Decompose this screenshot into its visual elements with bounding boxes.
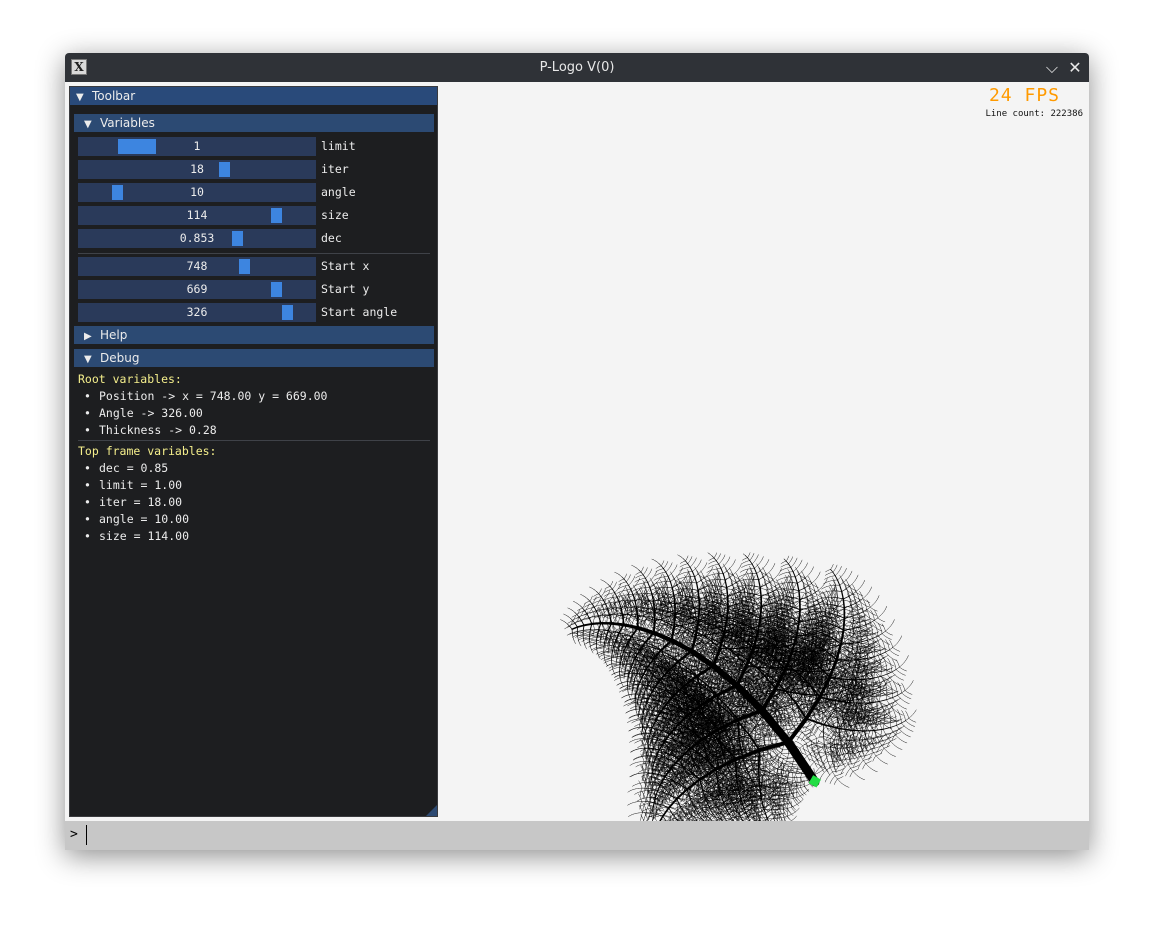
slider-label: limit <box>321 139 356 153</box>
slider-label: Start y <box>321 282 370 296</box>
slider-value: 748 <box>186 259 208 273</box>
console-prompt: > <box>70 827 78 842</box>
debug-item-text: Angle -> 326.00 <box>99 406 203 420</box>
collapse-arrow-icon: ▼ <box>84 119 92 130</box>
app-window: X P-Logo V(0) ⌵ ✕ 24 FPS Line count: 222… <box>65 53 1089 850</box>
debug-item: • angle = 10.00 <box>84 512 189 526</box>
slider-label: size <box>321 208 349 222</box>
debug-header[interactable]: ▼ Debug <box>74 349 434 367</box>
debug-item-text: Thickness -> 0.28 <box>99 423 217 437</box>
slider-dec[interactable]: 0.853 <box>78 229 316 248</box>
debug-header-label: Debug <box>100 351 140 365</box>
debug-item: • Angle -> 326.00 <box>84 406 203 420</box>
fern-strokes <box>560 552 917 821</box>
slider-angle[interactable]: 10 <box>78 183 316 202</box>
slider-value: 114 <box>186 208 208 222</box>
client-area: 24 FPS Line count: 222386 ▼ Toolbar ▼ Vari… <box>65 82 1089 850</box>
fps-counter: 24 FPS <box>988 85 1060 106</box>
help-header[interactable]: ▶ Help <box>74 326 434 344</box>
drawing-canvas[interactable]: 24 FPS Line count: 222386 <box>438 82 1089 821</box>
debug-item-text: iter = 18.00 <box>99 495 183 509</box>
slider-value: 326 <box>186 305 208 319</box>
title-bar[interactable]: X P-Logo V(0) ⌵ ✕ <box>65 53 1089 82</box>
toolbar-panel: ▼ Toolbar ▼ Variables 1 limit 18 iter 10 angle 1… <box>69 86 438 817</box>
toolbar-title[interactable]: ▼ Toolbar <box>70 87 437 105</box>
debug-item: • limit = 1.00 <box>84 478 182 492</box>
slider-label: dec <box>321 231 342 245</box>
fern-drawing <box>560 552 917 821</box>
collapse-arrow-icon: ▼ <box>84 354 92 365</box>
window-title: P-Logo V(0) <box>539 60 615 75</box>
bullet-icon: • <box>84 478 91 492</box>
slider-value: 1 <box>193 139 201 153</box>
variables-header-label: Variables <box>100 116 155 130</box>
slider-value: 18 <box>190 162 204 176</box>
debug-item: • size = 114.00 <box>84 529 189 543</box>
slider-label: Start angle <box>321 305 398 319</box>
debug-item-text: size = 114.00 <box>99 529 190 543</box>
bullet-icon: • <box>84 512 91 526</box>
root-variables-heading: Root variables: <box>78 372 182 386</box>
debug-item-text: angle = 10.00 <box>99 512 190 526</box>
slider-iter[interactable]: 18 <box>78 160 316 179</box>
debug-item: • Position -> x = 748.00 y = 669.00 <box>84 389 327 403</box>
slider-value: 10 <box>190 185 204 199</box>
command-console[interactable]: > <box>65 821 1089 850</box>
resize-grip[interactable] <box>426 805 437 816</box>
slider-start-x[interactable]: 748 <box>78 257 316 276</box>
variables-header[interactable]: ▼ Variables <box>74 114 434 132</box>
bullet-icon: • <box>84 461 91 475</box>
slider-size[interactable]: 114 <box>78 206 316 225</box>
bullet-icon: • <box>84 495 91 509</box>
line-count: Line count: 222386 <box>985 109 1083 119</box>
expand-arrow-icon: ▶ <box>84 331 92 342</box>
separator <box>78 253 430 254</box>
bullet-icon: • <box>84 529 91 543</box>
debug-item-text: Position -> x = 748.00 y = 669.00 <box>99 389 328 403</box>
slider-limit[interactable]: 1 <box>78 137 316 156</box>
debug-item: • iter = 18.00 <box>84 495 182 509</box>
help-header-label: Help <box>100 328 128 342</box>
slider-value: 0.853 <box>179 231 215 245</box>
separator <box>78 440 430 441</box>
slider-label: angle <box>321 185 356 199</box>
fern-branch-group <box>590 622 602 625</box>
toolbar-title-label: Toolbar <box>92 89 136 103</box>
slider-label: Start x <box>321 259 370 273</box>
bullet-icon: • <box>84 406 91 420</box>
minimize-button[interactable]: ⌵ <box>1041 57 1063 79</box>
debug-item-text: dec = 0.85 <box>99 461 169 475</box>
slider-start-y[interactable]: 669 <box>78 280 316 299</box>
slider-start-angle[interactable]: 326 <box>78 303 316 322</box>
debug-item: • Thickness -> 0.28 <box>84 423 217 437</box>
top-frame-heading: Top frame variables: <box>78 444 217 458</box>
text-cursor <box>86 825 87 845</box>
slider-label: iter <box>321 162 349 176</box>
collapse-arrow-icon: ▼ <box>76 92 84 103</box>
debug-item: • dec = 0.85 <box>84 461 168 475</box>
bullet-icon: • <box>84 423 91 437</box>
slider-value: 669 <box>186 282 208 296</box>
debug-item-text: limit = 1.00 <box>99 478 183 492</box>
close-button[interactable]: ✕ <box>1064 57 1086 79</box>
bullet-icon: • <box>84 389 91 403</box>
